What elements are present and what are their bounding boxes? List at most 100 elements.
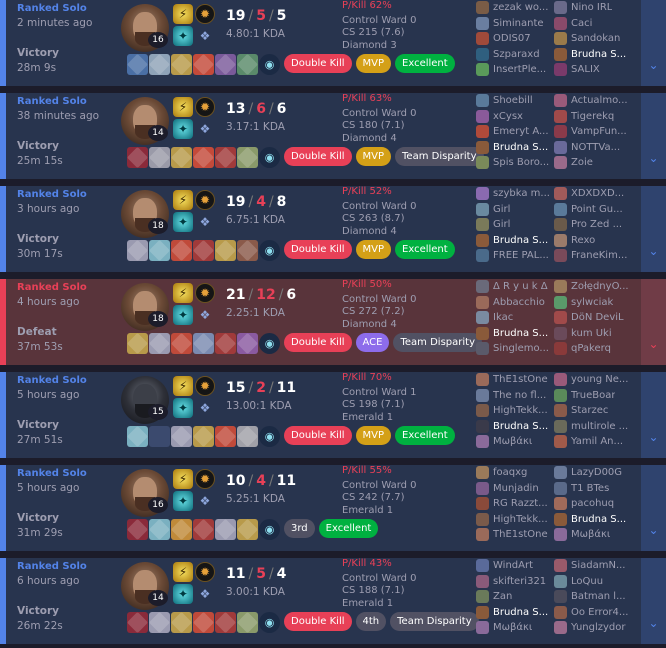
item-icon[interactable]: [127, 54, 148, 75]
item-icon[interactable]: [149, 54, 170, 75]
keystone-rune-icon[interactable]: ✹: [195, 376, 215, 396]
player-name[interactable]: ŻołędnyO...: [571, 281, 629, 292]
player-name[interactable]: Rexo: [571, 235, 595, 246]
player-entry[interactable]: Brudna S...: [476, 140, 554, 156]
player-entry[interactable]: Starzec: [554, 403, 632, 419]
player-name[interactable]: Munjadin: [493, 483, 539, 494]
player-entry[interactable]: Emeryt A...: [476, 124, 554, 140]
player-entry[interactable]: FREE PAL...: [476, 248, 554, 264]
flash-icon[interactable]: ⚡: [173, 376, 193, 396]
secondary-rune-icon[interactable]: ❖: [195, 119, 215, 139]
player-name[interactable]: HighTekk...: [493, 514, 548, 525]
flash-icon[interactable]: ⚡: [173, 97, 193, 117]
player-entry[interactable]: Yamil An...: [554, 434, 632, 450]
match-row[interactable]: Ranked Solo 5 hours ago Victory 27m 51s 15 ⚡ ✦…: [0, 372, 666, 458]
keystone-rune-icon[interactable]: ✹: [195, 4, 215, 24]
item-icon[interactable]: [215, 240, 236, 261]
player-name[interactable]: Μωβάκι: [493, 436, 532, 447]
flash-icon[interactable]: ⚡: [173, 283, 193, 303]
keystone-rune-icon[interactable]: ✹: [195, 562, 215, 582]
item-icon[interactable]: [171, 426, 192, 447]
item-icon[interactable]: [193, 612, 214, 633]
player-name[interactable]: Yamil An...: [571, 436, 623, 447]
match-row[interactable]: Ranked Solo 6 hours ago Victory 26m 22s 14 ⚡ ✦…: [0, 558, 666, 644]
ignite-icon[interactable]: ✦: [173, 26, 193, 46]
player-name[interactable]: VampFun...: [571, 126, 627, 137]
item-icon[interactable]: [237, 612, 258, 633]
player-name[interactable]: Spis Boro...: [493, 157, 549, 168]
player-entry[interactable]: foaqxg: [476, 465, 554, 481]
player-name[interactable]: xCysx: [493, 111, 523, 122]
player-name[interactable]: Girl: [493, 219, 510, 230]
item-icon[interactable]: [237, 54, 258, 75]
player-entry[interactable]: Ikac: [476, 310, 554, 326]
match-row[interactable]: Ranked Solo 4 hours ago Defeat 37m 53s 18 ⚡ ✦ ✹…: [0, 279, 666, 365]
item-icon[interactable]: [193, 240, 214, 261]
item-icon[interactable]: [171, 54, 192, 75]
player-entry[interactable]: multirole ...: [554, 419, 632, 435]
trinket-ward-icon[interactable]: ◉: [259, 54, 280, 75]
player-name[interactable]: Szparaxd: [493, 49, 540, 60]
player-name[interactable]: Oo Error4...: [571, 607, 628, 618]
item-icon[interactable]: [237, 333, 258, 354]
player-name[interactable]: Brudna S...: [571, 49, 626, 60]
player-entry[interactable]: zezak wo...: [476, 0, 554, 16]
player-name[interactable]: HighTekk...: [493, 405, 548, 416]
player-name[interactable]: szybka m...: [493, 188, 550, 199]
player-name[interactable]: Caci: [571, 18, 592, 29]
player-entry[interactable]: LazyD00G: [554, 465, 632, 481]
player-name[interactable]: LazyD00G: [571, 467, 622, 478]
player-name[interactable]: ThE1stOne: [493, 374, 548, 385]
player-entry[interactable]: SiadamN...: [554, 558, 632, 574]
player-name[interactable]: FREE PAL...: [493, 250, 549, 261]
player-name[interactable]: XDXDXD...: [571, 188, 624, 199]
player-name[interactable]: FraneKim...: [571, 250, 627, 261]
player-name[interactable]: SiadamN...: [571, 560, 626, 571]
player-entry[interactable]: Tigerekq: [554, 109, 632, 125]
flash-icon[interactable]: ⚡: [173, 562, 193, 582]
player-name[interactable]: Tigerekq: [571, 111, 614, 122]
match-row[interactable]: Ranked Solo 5 hours ago Victory 31m 29s 16 ⚡ ✦…: [0, 465, 666, 551]
item-icon[interactable]: [237, 519, 258, 540]
player-entry[interactable]: XDXDXD...: [554, 186, 632, 202]
player-name[interactable]: Brudna S...: [493, 235, 548, 246]
player-entry[interactable]: Siminante: [476, 16, 554, 32]
player-name[interactable]: foaqxg: [493, 467, 527, 478]
item-icon[interactable]: [149, 147, 170, 168]
player-entry[interactable]: T1 BTes: [554, 481, 632, 497]
player-name[interactable]: Brudna S...: [571, 514, 626, 525]
keystone-rune-icon[interactable]: ✹: [195, 190, 215, 210]
player-entry[interactable]: FraneKim...: [554, 248, 632, 264]
player-name[interactable]: LoQuu: [571, 576, 603, 587]
player-name[interactable]: Actualmo...: [571, 95, 628, 106]
player-entry[interactable]: Caci: [554, 16, 632, 32]
expand-button[interactable]: ⌄: [641, 558, 666, 644]
player-entry[interactable]: ThE1stOne: [476, 527, 554, 543]
item-icon[interactable]: [215, 147, 236, 168]
player-entry[interactable]: ODIS07: [476, 31, 554, 47]
player-name[interactable]: Μωβάκι: [493, 622, 532, 633]
player-entry[interactable]: young Ne...: [554, 372, 632, 388]
player-entry[interactable]: Oo Error4...: [554, 605, 632, 621]
player-entry[interactable]: skifteri321: [476, 574, 554, 590]
player-entry[interactable]: pacohuq: [554, 496, 632, 512]
player-entry[interactable]: Munjadin: [476, 481, 554, 497]
ignite-icon[interactable]: ✦: [173, 212, 193, 232]
item-icon[interactable]: [127, 333, 148, 354]
item-icon[interactable]: [127, 426, 148, 447]
player-name[interactable]: Brudna S...: [493, 142, 548, 153]
player-name[interactable]: young Ne...: [571, 374, 628, 385]
player-entry[interactable]: Actualmo...: [554, 93, 632, 109]
player-name[interactable]: sylwciak: [571, 297, 613, 308]
player-name[interactable]: NOTTVa...: [571, 142, 620, 153]
player-entry[interactable]: SALIX: [554, 62, 632, 78]
item-icon[interactable]: [127, 240, 148, 261]
player-name[interactable]: Sandokan: [571, 33, 620, 44]
player-name[interactable]: Pro Zed ...: [571, 219, 622, 230]
keystone-rune-icon[interactable]: ✹: [195, 283, 215, 303]
player-entry[interactable]: sylwciak: [554, 295, 632, 311]
item-icon[interactable]: [171, 240, 192, 261]
item-icon[interactable]: [127, 519, 148, 540]
player-name[interactable]: Nino IRL: [571, 2, 612, 13]
player-entry[interactable]: xCysx: [476, 109, 554, 125]
